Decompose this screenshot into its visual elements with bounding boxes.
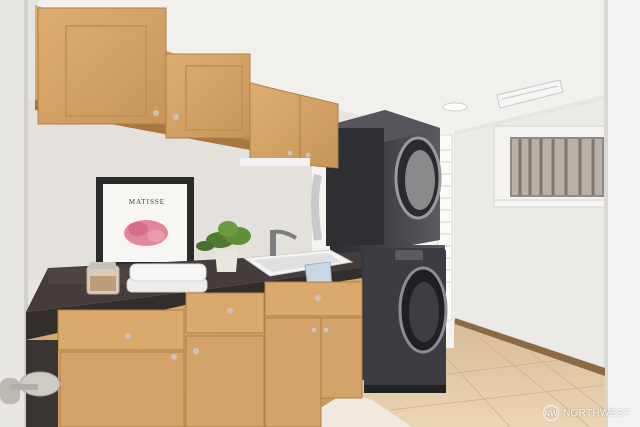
door-frame-right — [604, 0, 640, 427]
watermark-text: NORTHWEST — [563, 407, 630, 419]
cabinet-knob — [287, 150, 293, 156]
poster-title: MATISSE — [128, 198, 166, 206]
stacked-dryer — [326, 110, 442, 250]
framed-poster — [96, 177, 194, 269]
basement-window — [493, 125, 607, 208]
door-left — [0, 0, 28, 427]
glass-jar — [86, 262, 120, 295]
dryer-vent-hose — [311, 174, 322, 241]
cabinet-knob — [153, 110, 159, 116]
photo-watermark: NW NORTHWEST — [543, 405, 630, 421]
scene-illustration — [0, 0, 640, 427]
laundry-room-photo: MATISSE NW NORTHWEST — [0, 0, 640, 427]
cabinet-knob — [173, 114, 179, 120]
under-cabinet-light — [240, 158, 310, 166]
ceiling-light — [442, 102, 468, 112]
nw-logo-icon: NW — [543, 405, 560, 421]
folded-towels — [126, 263, 208, 293]
cabinet-knob — [305, 152, 311, 158]
